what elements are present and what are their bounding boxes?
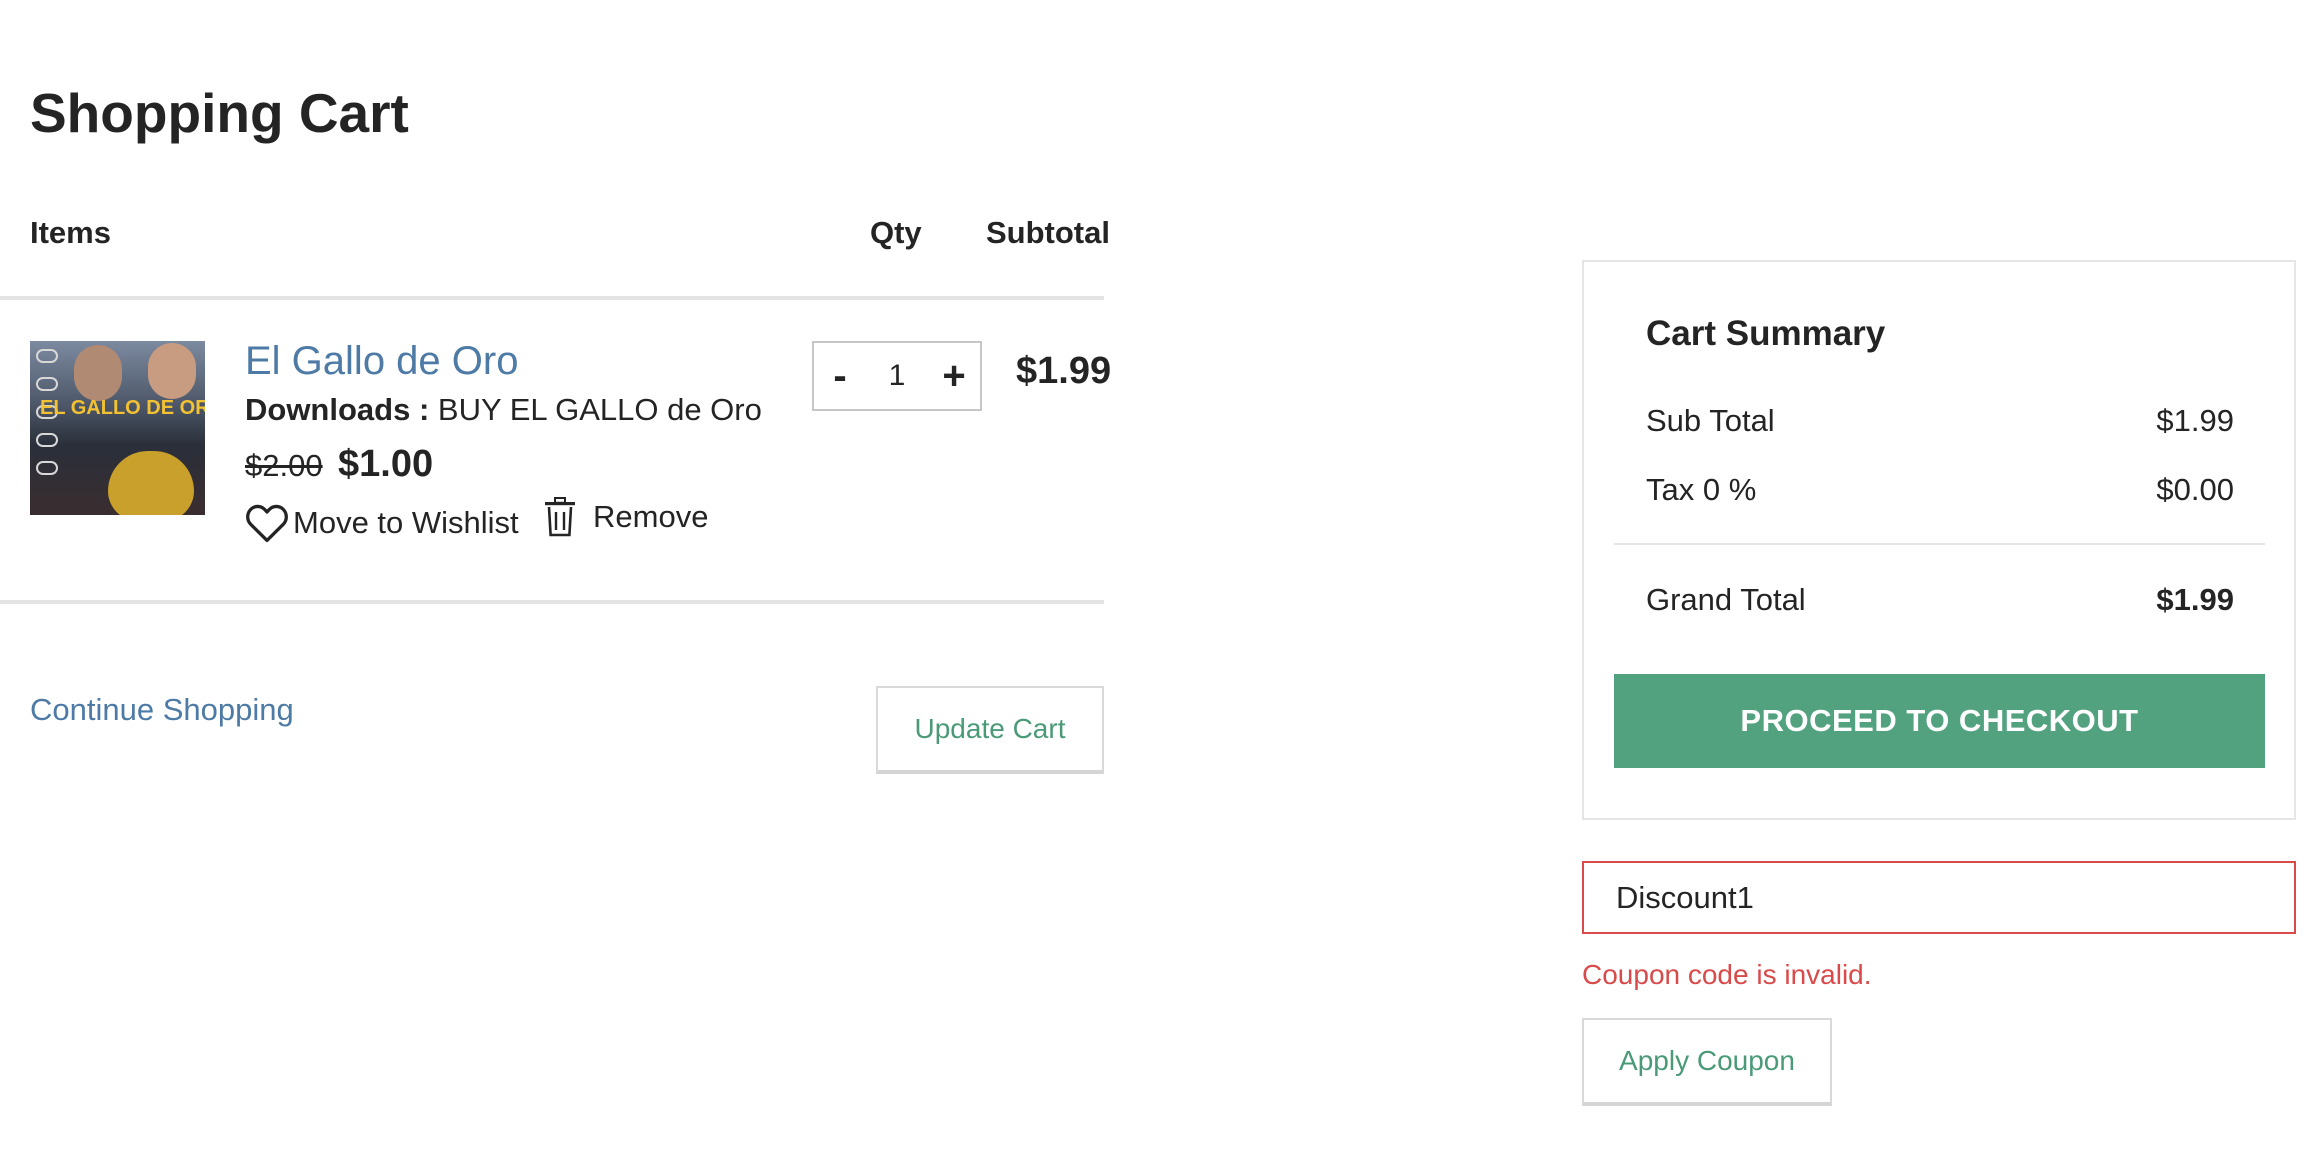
apply-coupon-button[interactable]: Apply Coupon [1582,1018,1832,1106]
line-subtotal: $1.99 [1016,350,1112,392]
original-price: $2.00 [245,448,323,483]
option-label: Downloads : [245,392,430,427]
grand-total-label: Grand Total [1646,582,1806,617]
remove-label: Remove [593,499,709,534]
subtotal-label: Sub Total [1646,403,1775,438]
product-name-link[interactable]: El Gallo de Oro [245,337,518,385]
subtotal-value: $1.99 [2156,403,2234,438]
poster-figure [148,343,196,399]
items-divider [0,600,1104,604]
proceed-to-checkout-button[interactable]: PROCEED TO CHECKOUT [1614,674,2265,768]
poster-title: EL GALLO DE ORO [40,397,205,419]
product-thumbnail[interactable]: EL GALLO DE ORO [30,341,205,515]
poster-mask [108,451,194,515]
move-to-wishlist-button[interactable]: Move to Wishlist [245,500,519,546]
grand-total-value: $1.99 [2156,582,2234,617]
summary-subtotal-row: Sub Total $1.99 [1646,401,2234,441]
qty-value[interactable]: 1 [872,343,922,409]
page-title: Shopping Cart [30,82,409,144]
qty-increase-button[interactable]: + [928,343,980,409]
cart-summary-title: Cart Summary [1646,314,1886,353]
summary-tax-row: Tax 0 % $0.00 [1646,470,2234,510]
trash-icon [545,497,575,537]
poster-laurels [36,349,62,499]
column-header-items: Items [30,215,111,250]
tax-label: Tax 0 % [1646,472,1757,507]
remove-item-button[interactable]: Remove [543,494,708,540]
quantity-stepper[interactable]: - 1 + [812,341,982,411]
qty-decrease-button[interactable]: - [814,343,866,409]
sale-price: $1.00 [338,443,434,485]
summary-divider [1614,543,2265,545]
coupon-code-input[interactable] [1582,861,2296,934]
coupon-error-message: Coupon code is invalid. [1582,959,1872,990]
tax-value: $0.00 [2156,472,2234,507]
column-header-subtotal: Subtotal [986,215,1110,250]
wishlist-label: Move to Wishlist [293,505,519,540]
header-divider [0,296,1104,300]
summary-grand-total-row: Grand Total $1.99 [1646,580,2234,620]
poster-figure [74,345,122,401]
product-option: Downloads : BUY EL GALLO de Oro [245,390,762,430]
update-cart-button[interactable]: Update Cart [876,686,1104,774]
continue-shopping-link[interactable]: Continue Shopping [30,690,294,730]
option-value: BUY EL GALLO de Oro [437,392,762,427]
column-header-qty: Qty [870,215,922,250]
heart-icon [246,504,288,543]
